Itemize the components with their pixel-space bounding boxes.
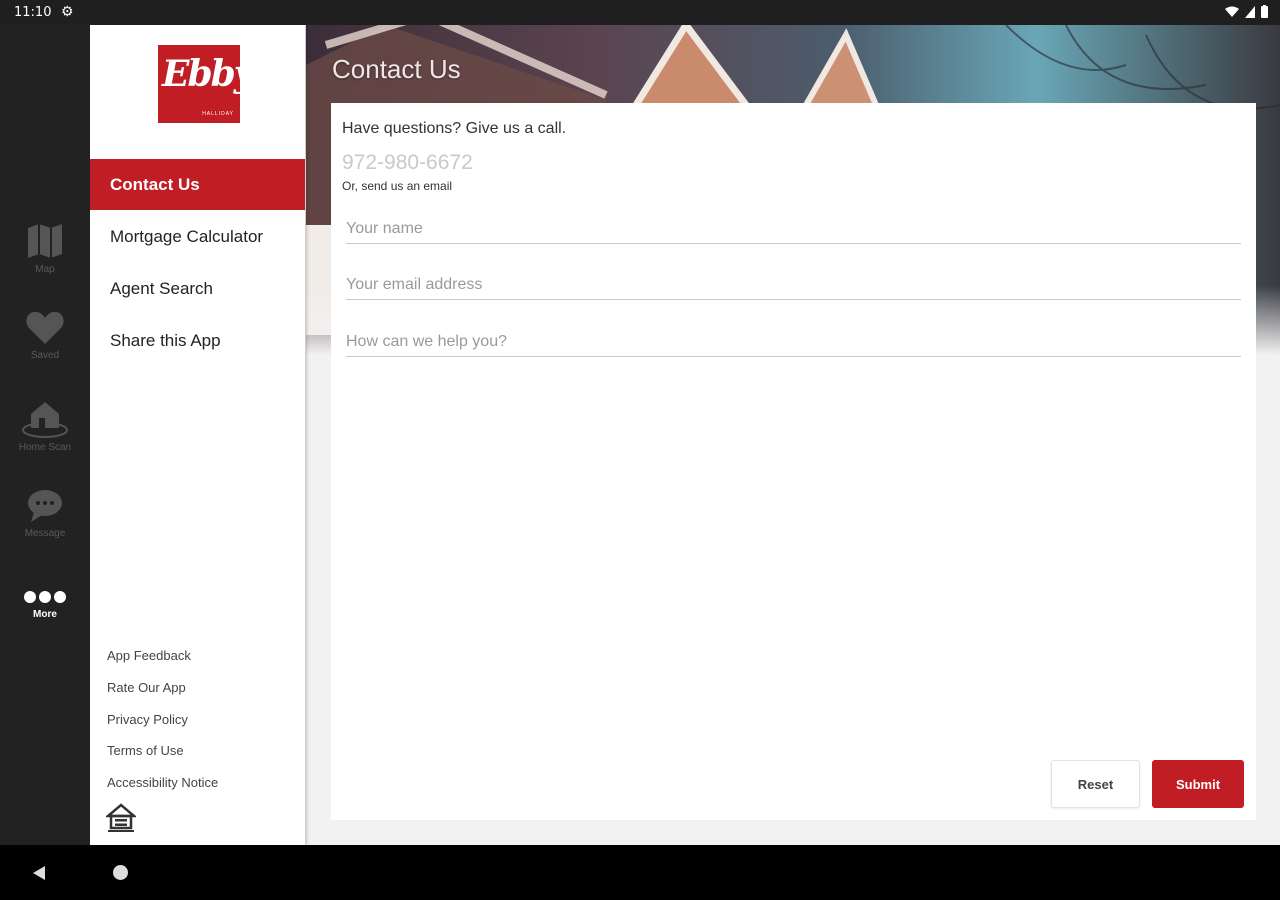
link-rate-our-app[interactable]: Rate Our App <box>107 680 186 695</box>
rail-item-message[interactable]: Message <box>0 488 90 539</box>
contact-card: Have questions? Give us a call. 972-980-… <box>331 103 1256 820</box>
rail-item-saved[interactable]: Saved <box>0 310 90 361</box>
menu-item-share-app[interactable]: Share this App <box>90 315 305 366</box>
menu-item-agent-search[interactable]: Agent Search <box>90 263 305 314</box>
battery-icon <box>1261 5 1268 18</box>
link-privacy-policy[interactable]: Privacy Policy <box>107 712 188 727</box>
rail-label-saved: Saved <box>30 350 60 361</box>
home-scan-icon <box>22 402 68 438</box>
home-icon[interactable] <box>113 865 128 880</box>
brand-logo: Ebby HALLIDAY <box>158 45 255 123</box>
signal-icon <box>1245 5 1255 18</box>
wifi-icon <box>1225 6 1239 17</box>
link-app-feedback[interactable]: App Feedback <box>107 648 191 663</box>
email-input[interactable] <box>346 270 1241 300</box>
rail-label-home-scan: Home Scan <box>18 442 72 453</box>
back-icon[interactable] <box>31 865 47 881</box>
phone-number-link[interactable]: 972-980-6672 <box>342 151 473 175</box>
equal-housing-icon <box>106 803 136 832</box>
message-input[interactable] <box>346 327 1241 357</box>
logo-text: Ebby <box>162 53 255 95</box>
bottom-nav-rail: Map Saved Home Scan Message More <box>0 25 90 845</box>
rail-item-map[interactable]: Map <box>0 222 90 275</box>
rail-label-message: Message <box>24 528 66 539</box>
name-input[interactable] <box>346 214 1241 244</box>
rail-item-more[interactable]: More <box>0 589 90 620</box>
link-accessibility-notice[interactable]: Accessibility Notice <box>107 775 218 790</box>
rail-label-map: Map <box>35 264 55 275</box>
heart-icon <box>26 311 64 344</box>
map-icon <box>28 224 62 258</box>
status-icons <box>1225 5 1268 18</box>
link-terms-of-use[interactable]: Terms of Use <box>107 743 184 758</box>
reset-button[interactable]: Reset <box>1051 760 1140 808</box>
menu-drawer: Ebby HALLIDAY Contact Us Mortgage Calcul… <box>90 25 305 845</box>
more-icon <box>24 591 66 603</box>
rail-label-more: More <box>33 609 57 620</box>
status-bar: 11:10 ⚙ <box>0 0 1280 25</box>
settings-gear-icon: ⚙ <box>61 3 74 19</box>
rail-item-home-scan[interactable]: Home Scan <box>0 396 90 453</box>
chat-icon <box>28 490 62 522</box>
submit-button[interactable]: Submit <box>1152 760 1244 808</box>
system-nav-bar <box>0 845 1280 900</box>
menu-item-mortgage-calculator[interactable]: Mortgage Calculator <box>90 211 305 262</box>
page-title: Contact Us <box>332 54 461 84</box>
status-time: 11:10 <box>14 5 52 20</box>
call-prompt: Have questions? Give us a call. <box>342 120 567 137</box>
email-prompt: Or, send us an email <box>342 179 453 193</box>
menu-item-contact-us[interactable]: Contact Us <box>90 159 305 210</box>
logo-subtext: HALLIDAY <box>202 111 234 117</box>
